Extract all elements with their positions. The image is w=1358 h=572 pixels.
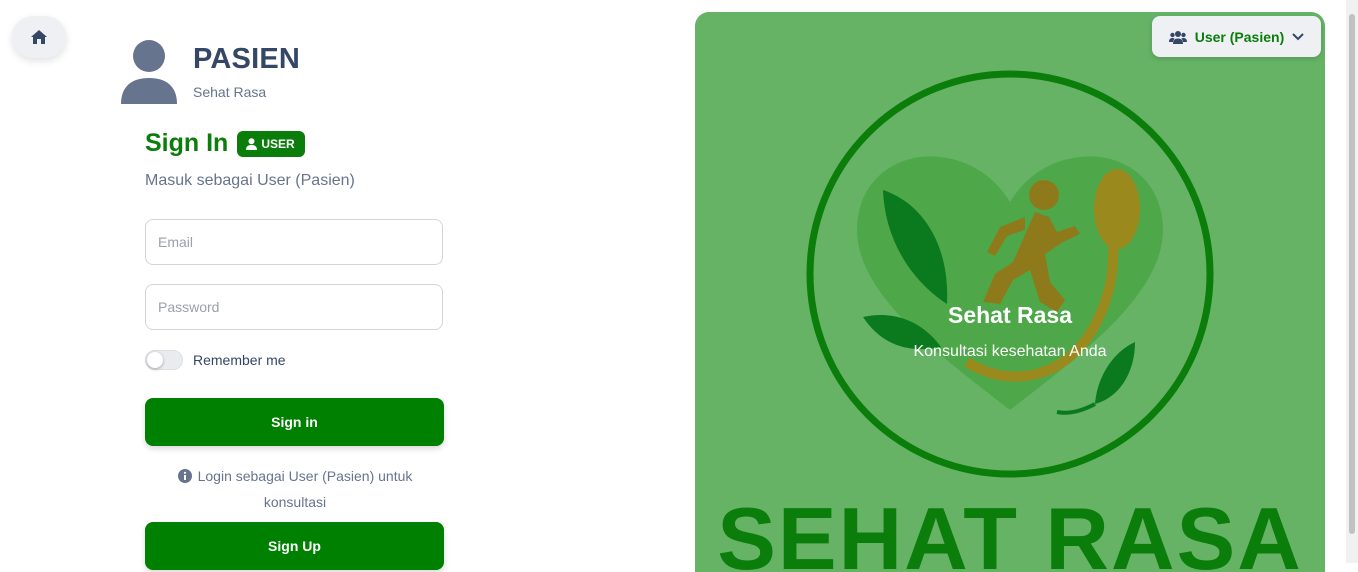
user-icon — [246, 137, 258, 150]
logo-wordmark: SEHAT RASA — [717, 489, 1303, 572]
panel-title: Sehat Rasa — [947, 302, 1072, 328]
role-dropdown[interactable]: User (Pasien) — [1152, 16, 1321, 57]
remember-me-toggle[interactable] — [145, 350, 183, 370]
user-badge-label: USER — [261, 136, 295, 151]
home-button[interactable] — [12, 16, 66, 58]
role-dropdown-label: User (Pasien) — [1194, 28, 1285, 45]
panel-subtitle: Konsultasi kesehatan Anda — [913, 343, 1107, 360]
home-icon — [31, 30, 47, 44]
user-avatar-icon — [121, 40, 177, 104]
user-badge: USER — [237, 130, 305, 157]
users-icon — [1168, 30, 1187, 44]
info-icon — [177, 469, 192, 483]
signin-button[interactable]: Sign in — [145, 398, 444, 446]
brand-subtitle: Sehat Rasa — [193, 84, 267, 100]
brand-panel: Sehat Rasa Konsultasi kesehatan Anda SEH… — [695, 12, 1325, 572]
info-note: Login sebagai User (Pasien) untuk konsul… — [145, 463, 445, 515]
info-text: Login sebagai User (Pasien) untuk konsul… — [197, 468, 413, 510]
page-scrollbar[interactable] — [1346, 0, 1358, 563]
signin-title: Sign In — [145, 129, 229, 157]
brand-title: PASIEN — [193, 43, 301, 75]
password-input[interactable] — [145, 284, 443, 330]
chevron-down-icon — [1292, 32, 1304, 41]
remember-me-label: Remember me — [193, 352, 286, 368]
remember-me-row: Remember me — [145, 350, 286, 370]
email-input[interactable] — [145, 219, 443, 265]
signin-heading: Sign In USER — [145, 129, 305, 158]
signin-subtitle: Masuk sebagai User (Pasien) — [145, 172, 355, 189]
